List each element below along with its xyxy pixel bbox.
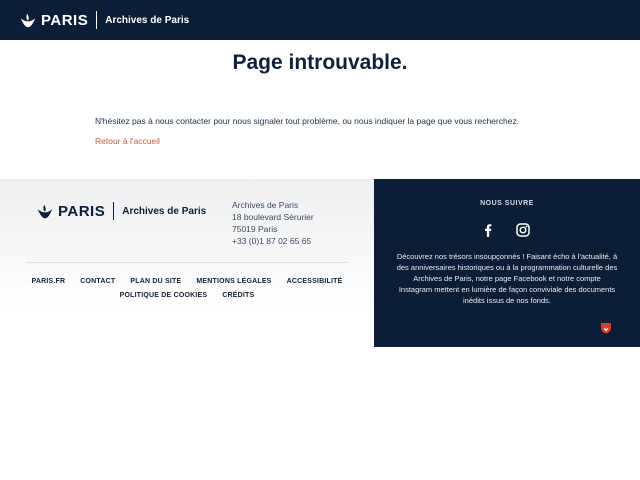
follow-title: NOUS SUIVRE <box>480 200 534 207</box>
facebook-icon <box>485 224 492 237</box>
page-title: Page introuvable. <box>232 51 408 74</box>
footer-link-cookies[interactable]: POLITIQUE DE COOKIES <box>120 292 208 299</box>
address-name: Archives de Paris <box>232 200 299 210</box>
footer-nav: PARIS.FR CONTACT PLAN DU SITE MENTIONS L… <box>26 278 348 299</box>
back-home-link[interactable]: Retour à l'accueil <box>95 136 160 146</box>
address-phone[interactable]: +33 (0)1 87 02 65 65 <box>232 235 314 247</box>
footer-link-credits[interactable]: CRÉDITS <box>222 292 254 299</box>
paris-boat-logo-icon <box>20 13 36 28</box>
follow-description: Découvrez nos trésors insoupçonnés ! Fai… <box>396 252 618 305</box>
home-logo-link[interactable]: PARIS Archives de Paris <box>19 11 189 29</box>
footer-link-legal[interactable]: MENTIONS LÉGALES <box>196 278 271 285</box>
footer-site-name: Archives de Paris <box>122 205 207 217</box>
paris-shield-icon <box>601 323 611 334</box>
error-message: N'hésitez pas à nous contacter pour nous… <box>95 116 520 126</box>
logo-separator <box>96 11 98 29</box>
footer-link-accessibility[interactable]: ACCESSIBILITÉ <box>287 278 343 285</box>
footer-logo-text: PARIS <box>58 202 106 220</box>
facebook-link[interactable] <box>480 222 496 238</box>
postal-address: Archives de Paris 18 boulevard Sérurier … <box>232 199 314 247</box>
footer-info: PARIS Archives de Paris Archives de Pari… <box>0 179 374 347</box>
paris-boat-logo-icon <box>37 204 53 219</box>
footer-divider <box>26 262 348 263</box>
site-header: PARIS Archives de Paris <box>0 0 640 40</box>
instagram-link[interactable] <box>515 222 531 238</box>
logo-text: PARIS <box>41 11 89 29</box>
footer-link-contact[interactable]: CONTACT <box>80 278 115 285</box>
footer-link-sitemap[interactable]: PLAN DU SITE <box>130 278 181 285</box>
address-street: 18 boulevard Sérurier <box>232 212 314 222</box>
site-name: Archives de Paris <box>105 14 190 26</box>
address-city: 75019 Paris <box>232 224 278 234</box>
social-panel: NOUS SUIVRE Découvrez nos trésors insoup… <box>374 179 640 347</box>
instagram-icon <box>516 223 530 237</box>
logo-separator <box>113 202 115 220</box>
footer-logo-link[interactable]: PARIS Archives de Paris <box>36 202 206 220</box>
footer-link-paris-fr[interactable]: PARIS.FR <box>32 278 66 285</box>
